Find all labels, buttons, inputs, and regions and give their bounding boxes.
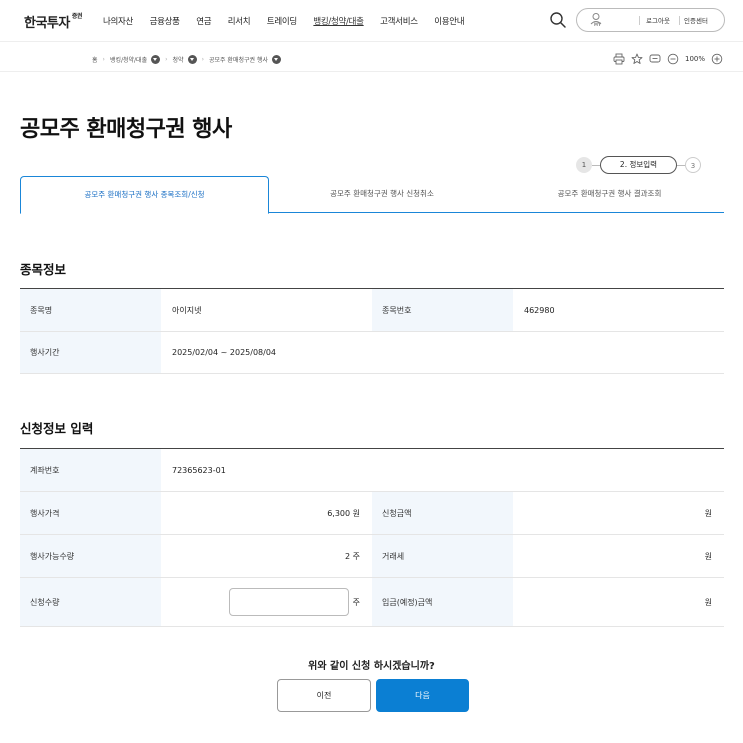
- breadcrumb-current[interactable]: 공모주 환매청구권 행사: [209, 55, 268, 64]
- prev-button[interactable]: 이전: [277, 679, 371, 712]
- step-3: 3: [685, 157, 701, 173]
- tax-label: 거래세: [372, 535, 513, 577]
- breadcrumb-subscription[interactable]: 청약: [173, 55, 184, 64]
- page-tools: 100%: [613, 53, 729, 65]
- apply-info-table: 계좌번호 72365623-01 행사가격 6,300 원 신청금액 원 행사가…: [20, 448, 724, 627]
- star-icon[interactable]: [631, 53, 643, 65]
- price-label: 행사가격: [20, 492, 161, 534]
- amount-label: 신청금액: [372, 492, 513, 534]
- step-indicator: 1 2. 정보입력 3: [576, 156, 701, 174]
- step-2-current: 2. 정보입력: [600, 156, 677, 174]
- step-connector: [592, 165, 600, 166]
- available-qty-value: 2 주: [345, 551, 360, 561]
- table-row: 행사기간 2025/02/04 ~ 2025/08/04: [20, 332, 724, 374]
- nav-item-my-assets[interactable]: 나의자산: [103, 15, 133, 27]
- top-header: 한국투자 증권 나의자산 금융상품 연금 리서치 트레이딩 뱅킹/청약/대출 고객…: [0, 0, 743, 42]
- chat-icon[interactable]: [649, 53, 661, 65]
- tax-value: 원: [704, 551, 712, 561]
- dropdown-icon[interactable]: [271, 55, 281, 64]
- nav-item-customer-service[interactable]: 고객서비스: [380, 15, 418, 27]
- amount-value: 원: [704, 508, 712, 518]
- period-value: 2025/02/04 ~ 2025/08/04: [172, 348, 277, 357]
- stock-info-table: 종목명 아이지넷 종목번호 462980 행사기간 2025/02/04 ~ 2…: [20, 288, 724, 374]
- stock-info-title: 종목정보: [20, 262, 67, 277]
- table-row: 행사가능수량 2 주 거래세 원: [20, 535, 724, 578]
- divider: [679, 16, 680, 25]
- chevron-right-icon: ›: [165, 56, 168, 63]
- qty-unit: 주: [352, 597, 360, 607]
- tab-lookup-apply[interactable]: 공모주 환매청구권 행사 종목조회/신청: [20, 176, 269, 214]
- nav-item-banking[interactable]: 뱅킹/청약/대출: [313, 15, 364, 27]
- search-icon[interactable]: [549, 11, 567, 29]
- my-label: MY: [594, 22, 601, 27]
- table-row: 계좌번호 72365623-01: [20, 449, 724, 492]
- tab-result[interactable]: 공모주 환매청구권 행사 결과조회: [495, 176, 724, 213]
- breadcrumb: 홈 › 뱅킹/청약/대출 › 청약 › 공모주 환매청구권 행사: [92, 55, 281, 64]
- breadcrumb-home[interactable]: 홈: [92, 55, 98, 64]
- deposit-value: 원: [704, 597, 712, 607]
- stock-code-label: 종목번호: [372, 289, 513, 331]
- cert-center-link[interactable]: 인증센터: [684, 15, 708, 25]
- nav-item-pension[interactable]: 연금: [196, 15, 211, 27]
- divider: [639, 16, 640, 25]
- chevron-right-icon: ›: [102, 56, 105, 63]
- page-title: 공모주 환매청구권 행사: [20, 117, 232, 142]
- nav-item-trading[interactable]: 트레이딩: [267, 15, 297, 27]
- next-button[interactable]: 다음: [376, 679, 469, 712]
- available-qty-label: 행사가능수량: [20, 535, 161, 577]
- stock-name-value: 아이지넷: [172, 305, 202, 315]
- zoom-out-icon[interactable]: [667, 53, 679, 65]
- logout-link[interactable]: 로그아웃: [646, 15, 670, 25]
- table-row: 종목명 아이지넷 종목번호 462980: [20, 289, 724, 332]
- account-value: 72365623-01: [172, 465, 226, 475]
- qty-input[interactable]: [228, 588, 349, 616]
- dropdown-icon[interactable]: [151, 55, 161, 64]
- print-icon[interactable]: [613, 53, 625, 65]
- tab-cancel[interactable]: 공모주 환매청구권 행사 신청취소: [269, 176, 495, 213]
- price-value: 6,300 원: [327, 508, 360, 518]
- table-row: 신청수량 주 입금(예정)금액 원: [20, 578, 724, 627]
- nav-item-guide[interactable]: 이용안내: [434, 15, 464, 27]
- breadcrumb-banking[interactable]: 뱅킹/청약/대출: [110, 55, 147, 64]
- zoom-level: 100%: [685, 55, 706, 63]
- zoom-in-icon[interactable]: [711, 53, 723, 65]
- table-row: 행사가격 6,300 원 신청금액 원: [20, 492, 724, 535]
- qty-cell: 주: [161, 578, 372, 626]
- confirm-question: 위와 같이 신청 하시겠습니까?: [308, 661, 435, 672]
- user-utility-box: MY 로그아웃 인증센터: [576, 8, 725, 32]
- stock-name-label: 종목명: [20, 289, 161, 331]
- deposit-label: 입금(예정)금액: [372, 578, 513, 626]
- nav-item-financial-products[interactable]: 금융상품: [150, 15, 180, 27]
- period-label: 행사기간: [20, 332, 161, 373]
- main-nav: 나의자산 금융상품 연금 리서치 트레이딩 뱅킹/청약/대출 고객서비스 이용안…: [103, 15, 481, 27]
- stock-code-value: 462980: [524, 305, 555, 315]
- chevron-right-icon: ›: [201, 56, 204, 63]
- apply-info-title: 신청정보 입력: [20, 421, 94, 436]
- nav-item-research[interactable]: 리서치: [228, 15, 251, 27]
- step-1: 1: [576, 157, 592, 173]
- dropdown-icon[interactable]: [187, 55, 197, 64]
- breadcrumb-bar: 홈 › 뱅킹/청약/대출 › 청약 › 공모주 환매청구권 행사 100%: [0, 48, 743, 72]
- tab-bar: 공모주 환매청구권 행사 종목조회/신청 공모주 환매청구권 행사 신청취소 공…: [20, 176, 724, 214]
- step-connector: [677, 165, 685, 166]
- account-label: 계좌번호: [20, 449, 161, 491]
- logo[interactable]: 한국투자 증권: [24, 12, 82, 31]
- qty-label: 신청수량: [20, 578, 161, 626]
